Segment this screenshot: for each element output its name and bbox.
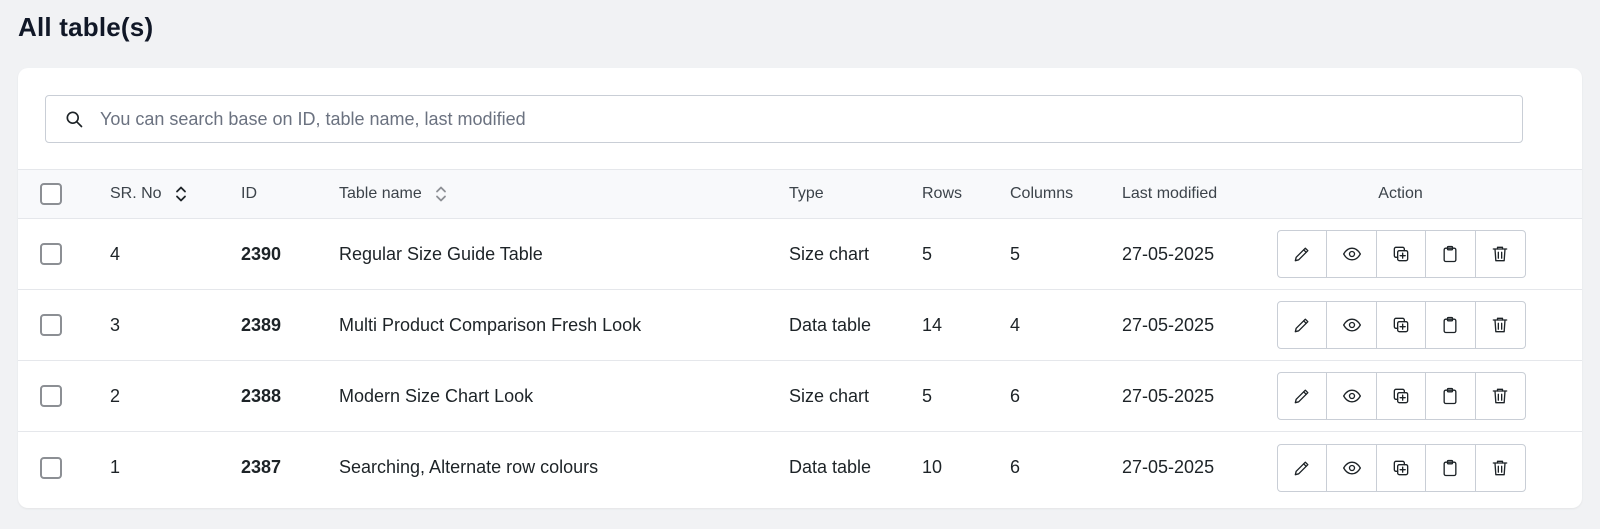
cell-last-modified: 27-05-2025 <box>1122 243 1215 264</box>
row-checkbox[interactable] <box>40 314 62 336</box>
cell-type: Data table <box>789 457 872 477</box>
table-header: SR. No ID Table name Type Rows Columns L… <box>18 169 1582 219</box>
view-button[interactable] <box>1327 231 1377 277</box>
cell-table-name: Searching, Alternate row colours <box>339 457 599 477</box>
cell-table-name: Regular Size Guide Table <box>339 243 543 264</box>
table-row: 3 2389 Multi Product Comparison Fresh Lo… <box>18 290 1582 361</box>
table-row: 2 2388 Modern Size Chart Look Size chart… <box>18 361 1582 432</box>
cell-id: 2387 <box>241 457 282 477</box>
edit-button[interactable] <box>1278 373 1328 419</box>
duplicate-icon <box>1393 388 1409 404</box>
cell-id: 2390 <box>241 243 282 264</box>
copy-shortcode-button[interactable] <box>1426 444 1476 491</box>
header-rows: Rows <box>922 185 963 202</box>
eye-icon <box>1342 461 1361 474</box>
header-table-name[interactable]: Table name <box>339 170 448 218</box>
header-last-modified: Last modified <box>1122 185 1218 202</box>
eye-icon <box>1342 318 1361 332</box>
search-icon <box>66 111 83 128</box>
cell-sr-no: 1 <box>110 457 121 477</box>
edit-button[interactable] <box>1278 231 1328 277</box>
delete-button[interactable] <box>1476 231 1525 277</box>
duplicate-icon <box>1393 317 1409 333</box>
row-actions <box>1277 372 1526 420</box>
duplicate-button[interactable] <box>1377 231 1427 277</box>
cell-type: Data table <box>789 314 872 335</box>
tables-card: SR. No ID Table name Type Rows Columns L… <box>18 68 1582 508</box>
clipboard-icon <box>1443 245 1457 263</box>
delete-button[interactable] <box>1476 373 1525 419</box>
tables-list: SR. No ID Table name Type Rows Columns L… <box>18 169 1582 503</box>
cell-table-name: Modern Size Chart Look <box>339 385 534 406</box>
row-checkbox[interactable] <box>40 243 62 265</box>
trash-icon <box>1492 317 1508 333</box>
edit-button[interactable] <box>1278 302 1328 348</box>
cell-rows: 14 <box>922 314 943 335</box>
cell-sr-no: 4 <box>110 243 121 264</box>
duplicate-button[interactable] <box>1377 444 1427 491</box>
header-type: Type <box>789 185 824 202</box>
pencil-icon <box>1294 389 1309 404</box>
cell-last-modified: 27-05-2025 <box>1122 314 1215 335</box>
duplicate-button[interactable] <box>1377 373 1427 419</box>
copy-shortcode-button[interactable] <box>1426 231 1476 277</box>
table-row: 1 2387 Searching, Alternate row colours … <box>18 432 1582 503</box>
cell-columns: 5 <box>1010 243 1021 264</box>
trash-icon <box>1492 460 1508 475</box>
header-action: Action <box>1378 185 1423 202</box>
clipboard-icon <box>1443 316 1457 334</box>
cell-columns: 6 <box>1010 385 1021 406</box>
header-columns: Columns <box>1010 185 1074 202</box>
eye-icon <box>1342 247 1361 261</box>
duplicate-icon <box>1393 460 1409 475</box>
cell-sr-no: 2 <box>110 385 121 406</box>
duplicate-button[interactable] <box>1377 302 1427 348</box>
cell-rows: 5 <box>922 385 933 406</box>
sort-icon[interactable] <box>174 185 188 203</box>
cell-columns: 4 <box>1010 314 1021 335</box>
select-all-checkbox[interactable] <box>40 183 62 205</box>
copy-shortcode-button[interactable] <box>1426 302 1476 348</box>
clipboard-icon <box>1443 387 1457 405</box>
sort-icon[interactable] <box>434 185 448 203</box>
cell-type: Size chart <box>789 243 870 264</box>
cell-rows: 10 <box>922 457 943 477</box>
duplicate-icon <box>1393 246 1409 262</box>
delete-button[interactable] <box>1476 302 1525 348</box>
cell-type: Size chart <box>789 385 870 406</box>
pencil-icon <box>1294 318 1309 333</box>
view-button[interactable] <box>1327 444 1377 491</box>
clipboard-icon <box>1443 459 1457 476</box>
header-sr-no[interactable]: SR. No <box>110 170 188 218</box>
cell-id: 2388 <box>241 385 282 406</box>
trash-icon <box>1492 388 1508 404</box>
view-button[interactable] <box>1327 373 1377 419</box>
view-button[interactable] <box>1327 302 1377 348</box>
row-checkbox[interactable] <box>40 385 62 407</box>
cell-columns: 6 <box>1010 457 1021 477</box>
pencil-icon <box>1294 461 1309 475</box>
copy-shortcode-button[interactable] <box>1426 373 1476 419</box>
search-input[interactable] <box>100 96 1522 142</box>
row-actions <box>1277 301 1526 349</box>
page-title: All table(s) <box>18 12 154 42</box>
delete-button[interactable] <box>1476 445 1525 491</box>
cell-last-modified: 27-05-2025 <box>1122 457 1215 477</box>
row-actions <box>1277 230 1526 278</box>
trash-icon <box>1492 246 1508 262</box>
cell-table-name: Multi Product Comparison Fresh Look <box>339 314 642 335</box>
table-row: 4 2390 Regular Size Guide Table Size cha… <box>18 219 1582 290</box>
row-checkbox[interactable] <box>40 456 62 479</box>
cell-id: 2389 <box>241 314 282 335</box>
edit-button[interactable] <box>1278 444 1328 491</box>
row-actions <box>1277 443 1526 492</box>
cell-rows: 5 <box>922 243 933 264</box>
search-box[interactable] <box>45 95 1523 143</box>
cell-last-modified: 27-05-2025 <box>1122 385 1215 406</box>
header-id: ID <box>241 185 257 202</box>
pencil-icon <box>1294 247 1309 262</box>
cell-sr-no: 3 <box>110 314 121 335</box>
table-body: 4 2390 Regular Size Guide Table Size cha… <box>18 219 1582 503</box>
eye-icon <box>1342 389 1361 403</box>
